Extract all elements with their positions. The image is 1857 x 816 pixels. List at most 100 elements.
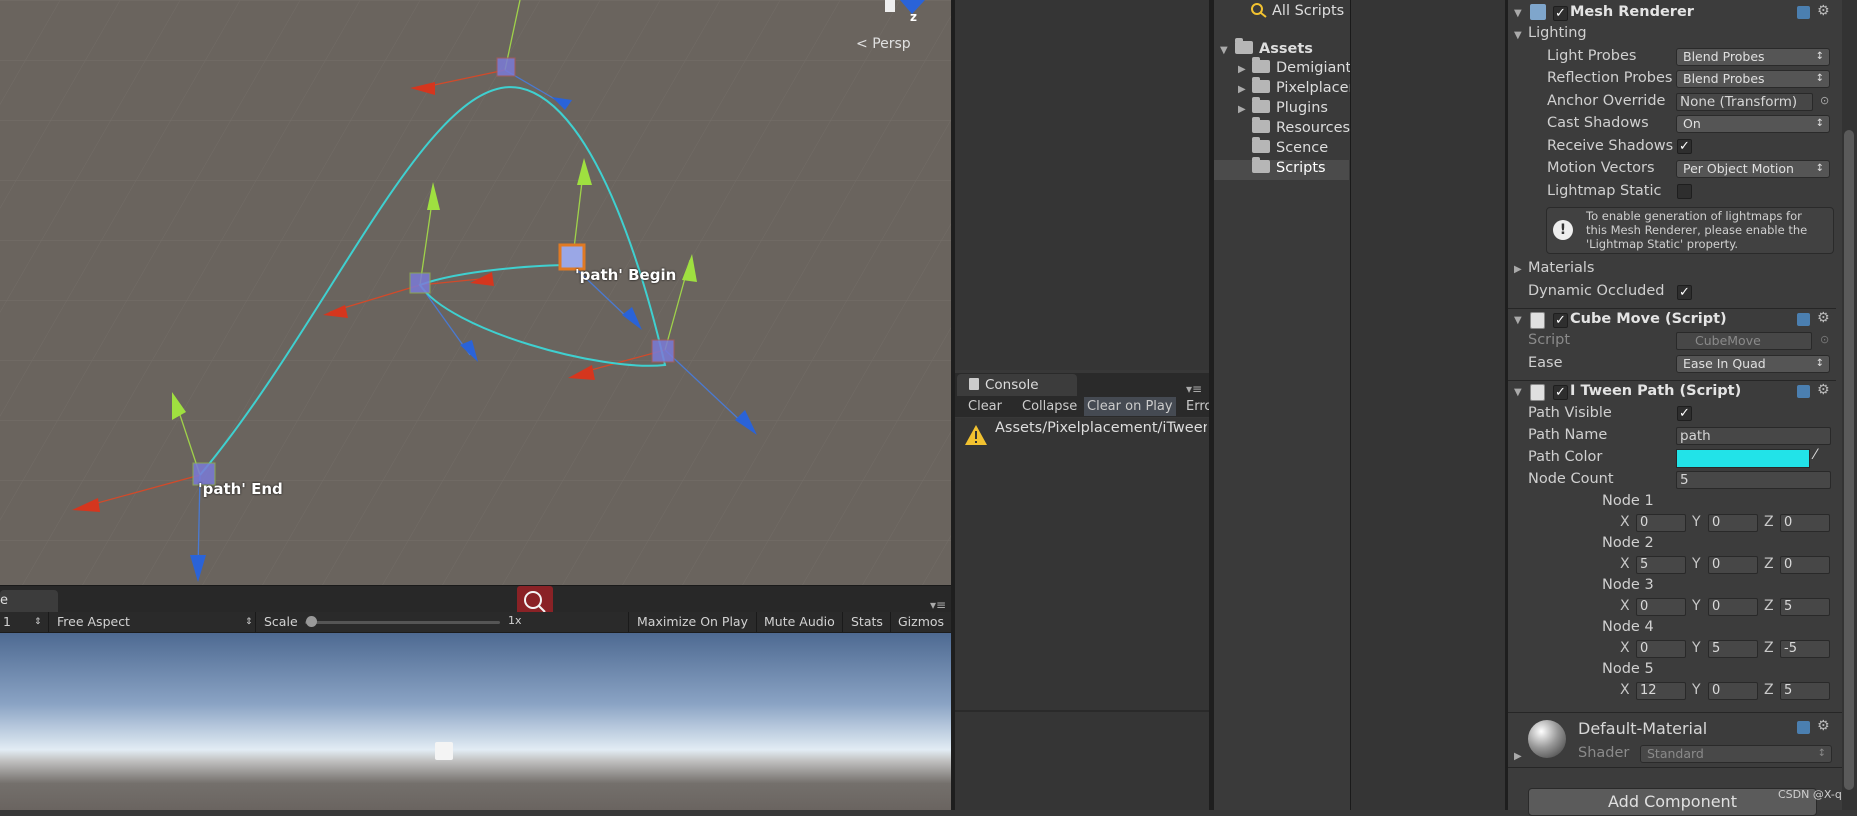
ease-dropdown[interactable]: Ease In Quad — [1676, 355, 1830, 373]
folder-item[interactable]: Scence — [1252, 137, 1328, 156]
cube-move-enabled-checkbox[interactable]: ✓ — [1553, 313, 1568, 328]
x-label: X — [1620, 640, 1630, 656]
folder-item[interactable]: Resources — [1252, 117, 1350, 136]
node-x-field[interactable]: 0 — [1636, 640, 1686, 658]
stats-button[interactable]: Stats — [851, 614, 883, 629]
anchor-override-field[interactable]: None (Transform) — [1676, 93, 1813, 111]
node-x-field[interactable]: 5 — [1636, 556, 1686, 574]
path-visible-checkbox[interactable]: ✓ — [1677, 406, 1692, 421]
cast-shadows-label: Cast Shadows — [1547, 115, 1649, 131]
folder-assets[interactable]: Assets — [1235, 38, 1313, 57]
console-split[interactable] — [955, 710, 1209, 712]
node-x-field[interactable]: 12 — [1636, 682, 1686, 700]
node-count-label: Node Count — [1528, 471, 1614, 487]
info-text-1: To enable generation of lightmaps for — [1586, 209, 1802, 223]
path-color-swatch[interactable] — [1676, 449, 1810, 468]
fold-icon[interactable]: ▼ — [1514, 30, 1522, 41]
expand-arrow-icon[interactable]: ▶ — [1238, 104, 1246, 115]
object-picker-icon[interactable]: ⊙ — [1820, 94, 1829, 107]
collapse-button[interactable]: Collapse — [1022, 399, 1077, 414]
lightmap-static-checkbox[interactable] — [1677, 184, 1692, 199]
path-name-field[interactable]: path — [1676, 427, 1831, 445]
materials-foldout[interactable]: Materials — [1528, 260, 1594, 276]
tab-game[interactable]: e — [0, 590, 58, 612]
tab-console[interactable]: Console — [957, 374, 1077, 396]
gear-icon[interactable]: ⚙ — [1817, 382, 1830, 398]
cast-shadows-dropdown[interactable]: On — [1676, 115, 1830, 133]
favorite-all-scripts[interactable]: All Scripts — [1250, 2, 1344, 19]
expand-arrow-icon[interactable]: ▶ — [1514, 264, 1522, 275]
folder-item[interactable]: Plugins — [1252, 97, 1328, 116]
aspect-dropdown-icon: ⇕ — [245, 617, 253, 627]
fold-icon[interactable]: ▼ — [1514, 387, 1522, 398]
node-label: Node 1 — [1602, 493, 1654, 509]
node-y-field[interactable]: 0 — [1708, 682, 1758, 700]
node-x-field[interactable]: 0 — [1636, 514, 1686, 532]
expand-arrow-icon[interactable]: ▶ — [1238, 84, 1246, 95]
cube-move-title: Cube Move (Script) — [1570, 311, 1727, 327]
scene-canvas[interactable] — [0, 0, 951, 585]
display-select[interactable]: 1 — [3, 614, 11, 629]
fold-icon[interactable]: ▼ — [1514, 8, 1522, 19]
help-icon[interactable] — [1797, 721, 1810, 734]
scale-slider[interactable] — [305, 621, 500, 624]
receive-shadows-checkbox[interactable]: ✓ — [1677, 139, 1692, 154]
gear-icon[interactable]: ⚙ — [1817, 718, 1830, 734]
console-message[interactable]: Assets/Pixelplacement/iTween — [995, 420, 1207, 436]
node-count-field[interactable]: 5 — [1676, 471, 1831, 489]
game-cube — [435, 742, 453, 760]
mesh-renderer-enabled-checkbox[interactable]: ✓ — [1553, 6, 1568, 21]
help-icon[interactable] — [1797, 385, 1810, 398]
expand-arrow-icon[interactable]: ▶ — [1238, 64, 1246, 75]
gear-icon[interactable]: ⚙ — [1817, 310, 1830, 326]
folder-item[interactable]: Demigiant — [1252, 57, 1351, 76]
scene-view[interactable]: z < Persp 'path' Begin 'path' End — [0, 0, 951, 585]
info-text-2: this Mesh Renderer, please enable the — [1586, 223, 1808, 237]
node-z-field[interactable]: 0 — [1780, 556, 1830, 574]
aspect-select[interactable]: Free Aspect — [57, 614, 130, 629]
help-icon[interactable] — [1797, 6, 1810, 19]
shader-dropdown[interactable]: Standard — [1640, 745, 1832, 763]
add-component-button[interactable]: Add Component — [1528, 788, 1817, 816]
path-color-label: Path Color — [1528, 449, 1603, 465]
node-x-field[interactable]: 0 — [1636, 598, 1686, 616]
assets-fold-icon[interactable]: ▼ — [1220, 45, 1228, 56]
node-y-field[interactable]: 0 — [1708, 556, 1758, 574]
fold-icon[interactable]: ▼ — [1514, 315, 1522, 326]
node-y-field[interactable]: 5 — [1708, 640, 1758, 658]
dynamic-occluded-checkbox[interactable]: ✓ — [1677, 285, 1692, 300]
search-icon — [1251, 3, 1267, 18]
node-z-field[interactable]: 5 — [1780, 682, 1830, 700]
mute-audio-button[interactable]: Mute Audio — [764, 614, 835, 629]
inspector-scrollbar-thumb[interactable] — [1844, 130, 1854, 790]
itween-path-enabled-checkbox[interactable]: ✓ — [1553, 385, 1568, 400]
game-menu-icon[interactable]: ▾≡ — [930, 598, 946, 612]
node-z-field[interactable]: -5 — [1780, 640, 1830, 658]
maximize-on-play-button[interactable]: Maximize On Play — [637, 614, 748, 629]
gizmos-button[interactable]: Gizmos — [898, 614, 944, 629]
gear-icon[interactable]: ⚙ — [1817, 3, 1830, 19]
motion-vectors-dropdown[interactable]: Per Object Motion — [1676, 160, 1830, 178]
folder-item[interactable]: Pixelplacer — [1252, 77, 1355, 96]
projection-toggle[interactable]: < Persp — [856, 36, 911, 52]
light-probes-dropdown[interactable]: Blend Probes — [1676, 48, 1830, 66]
folder-item-selected[interactable]: Scripts — [1252, 157, 1326, 176]
clear-button[interactable]: Clear — [968, 399, 1002, 414]
eyedropper-icon[interactable]: ⁄ — [1814, 447, 1816, 463]
scale-slider-thumb[interactable] — [306, 616, 317, 627]
console-menu-icon[interactable]: ▾≡ — [1186, 382, 1202, 396]
script-label: Script — [1528, 332, 1571, 348]
lighting-foldout[interactable]: Lighting — [1528, 25, 1587, 41]
node-y-field[interactable]: 0 — [1708, 514, 1758, 532]
node-z-field[interactable]: 0 — [1780, 514, 1830, 532]
node-z-field[interactable]: 5 — [1780, 598, 1830, 616]
scale-label: Scale — [264, 614, 298, 629]
help-icon[interactable] — [1797, 313, 1810, 326]
x-label: X — [1620, 598, 1630, 614]
game-viewport[interactable] — [0, 633, 951, 810]
clear-on-play-button[interactable]: Clear on Play — [1084, 397, 1176, 416]
folder-icon — [1252, 77, 1270, 93]
expand-arrow-icon[interactable]: ▶ — [1514, 751, 1522, 762]
reflection-probes-dropdown[interactable]: Blend Probes — [1676, 70, 1830, 88]
node-y-field[interactable]: 0 — [1708, 598, 1758, 616]
